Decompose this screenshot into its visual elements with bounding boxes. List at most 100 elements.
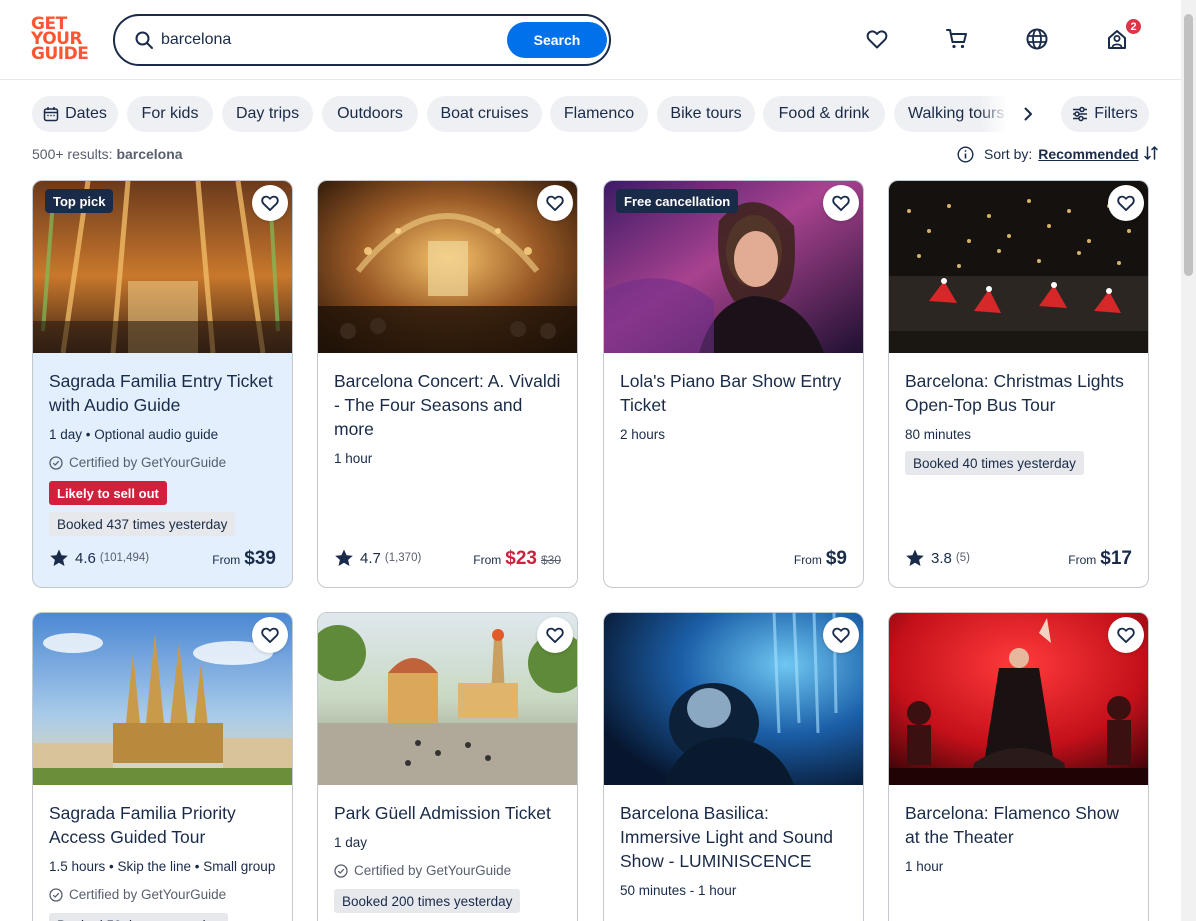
filters-button[interactable]: Filters bbox=[1061, 96, 1149, 132]
activity-title[interactable]: Barcelona: Christmas Lights Open-Top Bus… bbox=[905, 369, 1135, 417]
heart-icon[interactable] bbox=[1108, 185, 1144, 221]
activity-card[interactable]: Barcelona: Christmas Lights Open-Top Bus… bbox=[888, 180, 1149, 588]
chevron-right-icon[interactable] bbox=[1016, 102, 1040, 126]
booked-badge: Booked 40 times yesterday bbox=[905, 451, 1084, 475]
chip-label: Outdoors bbox=[337, 105, 403, 122]
activity-duration: 50 minutes - 1 hour bbox=[620, 883, 737, 898]
heart-icon[interactable] bbox=[864, 26, 890, 52]
cart-count-badge: 2 bbox=[1124, 17, 1143, 36]
heart-icon[interactable] bbox=[823, 185, 859, 221]
booked-badge: Booked 59 times yesterday bbox=[49, 913, 228, 921]
activity-card[interactable]: Barcelona Concert: A. Vivaldi - The Four… bbox=[317, 180, 578, 588]
heart-icon[interactable] bbox=[823, 617, 859, 653]
price-from-label: From bbox=[473, 553, 502, 567]
scrollbar-thumb[interactable] bbox=[1184, 14, 1193, 276]
booked-badge: Booked 200 times yesterday bbox=[334, 889, 521, 913]
activity-duration: 1 day bbox=[334, 835, 368, 850]
chip-label: Boat cruises bbox=[440, 105, 529, 122]
rating: 3.8 (5) bbox=[905, 547, 970, 569]
likely-to-sell-out-badge: Likely to sell out bbox=[49, 481, 167, 505]
star-icon bbox=[50, 549, 68, 566]
activity-title[interactable]: Barcelona: Flamenco Show at the Theater bbox=[905, 801, 1135, 849]
price: From $17 bbox=[1068, 548, 1132, 572]
activity-card[interactable]: Top pick Sagrada Familia Entry Ticket wi… bbox=[32, 180, 293, 588]
chip-label: Flamenco bbox=[563, 105, 635, 122]
chip-bike-tours[interactable]: Bike tours bbox=[657, 96, 755, 132]
sort-control: Sort by: Recommended bbox=[957, 144, 1159, 164]
calendar-icon bbox=[43, 106, 59, 122]
search-bar: Search bbox=[113, 14, 611, 66]
review-count: (101,494) bbox=[99, 552, 150, 564]
activity-card[interactable]: Free cancellation Lola's Piano Bar Show … bbox=[603, 180, 864, 588]
activity-title[interactable]: Barcelona Basilica: Immersive Light and … bbox=[620, 801, 850, 873]
price-value: $39 bbox=[244, 548, 276, 569]
activity-duration: 1 hour bbox=[334, 451, 373, 466]
logo-line-3: GUIDE bbox=[31, 44, 89, 64]
booked-badge: Booked 437 times yesterday bbox=[49, 512, 236, 536]
heart-icon[interactable] bbox=[252, 617, 288, 653]
getyourguide-logo[interactable]: GET YOUR GUIDE bbox=[31, 16, 91, 64]
activity-card[interactable]: Barcelona: Flamenco Show at the Theater … bbox=[888, 612, 1149, 921]
results-count: 500+ results: barcelona bbox=[32, 146, 183, 162]
category-chips: Dates For kids Day trips Outdoors Boat c… bbox=[32, 96, 1032, 132]
rating: 4.7 (1,370) bbox=[334, 547, 421, 569]
activity-title[interactable]: Sagrada Familia Priority Access Guided T… bbox=[49, 801, 279, 849]
price-from-label: From bbox=[212, 553, 241, 567]
heart-icon[interactable] bbox=[537, 617, 573, 653]
price-value: $9 bbox=[825, 548, 847, 569]
chip-label: Day trips bbox=[235, 105, 300, 122]
check-badge-icon bbox=[49, 887, 63, 902]
activity-card[interactable]: Sagrada Familia Priority Access Guided T… bbox=[32, 612, 293, 921]
heart-icon[interactable] bbox=[537, 185, 573, 221]
filters-label: Filters bbox=[1094, 105, 1138, 122]
free-cancellation-badge: Free cancellation bbox=[616, 189, 739, 213]
certified-label: Certified by GetYourGuide bbox=[334, 863, 511, 878]
activity-title[interactable]: Park Güell Admission Ticket bbox=[334, 801, 564, 825]
sort-label: Sort by: bbox=[984, 146, 1033, 162]
sort-dropdown[interactable]: Recommended bbox=[1038, 146, 1138, 162]
chip-outdoors[interactable]: Outdoors bbox=[322, 96, 418, 132]
chip-dates[interactable]: Dates bbox=[32, 96, 118, 132]
price: From $23 $30 bbox=[473, 548, 561, 572]
globe-icon[interactable] bbox=[1024, 26, 1050, 52]
page-scrollbar[interactable] bbox=[1181, 0, 1196, 921]
top-header: GET YOUR GUIDE Search 2 bbox=[0, 0, 1181, 80]
chips-fade bbox=[980, 96, 1020, 132]
chip-food-drink[interactable]: Food & drink bbox=[763, 96, 885, 132]
info-icon[interactable] bbox=[957, 145, 974, 163]
price: From $39 bbox=[212, 548, 276, 572]
search-input[interactable] bbox=[161, 26, 501, 54]
activity-card[interactable]: Park Güell Admission Ticket 1 day Certif… bbox=[317, 612, 578, 921]
sort-icon[interactable] bbox=[1143, 145, 1159, 164]
activity-title[interactable]: Barcelona Concert: A. Vivaldi - The Four… bbox=[334, 369, 564, 441]
activity-title[interactable]: Lola's Piano Bar Show Entry Ticket bbox=[620, 369, 850, 417]
star-icon bbox=[906, 549, 924, 566]
certified-text: Certified by GetYourGuide bbox=[354, 863, 512, 878]
chip-label: For kids bbox=[141, 105, 199, 122]
chip-for-kids[interactable]: For kids bbox=[127, 96, 213, 132]
chip-day-trips[interactable]: Day trips bbox=[222, 96, 313, 132]
review-count: (1,370) bbox=[384, 552, 422, 564]
heart-icon[interactable] bbox=[252, 185, 288, 221]
chip-boat-cruises[interactable]: Boat cruises bbox=[427, 96, 542, 132]
activity-card[interactable]: Barcelona Basilica: Immersive Light and … bbox=[603, 612, 864, 921]
search-icon bbox=[134, 30, 154, 50]
original-price: $30 bbox=[540, 553, 561, 567]
rating-value: 4.7 bbox=[360, 549, 381, 567]
top-pick-badge: Top pick bbox=[45, 189, 114, 213]
sale-price: $23 bbox=[505, 548, 537, 569]
chip-label: Food & drink bbox=[778, 105, 870, 122]
heart-icon[interactable] bbox=[1108, 617, 1144, 653]
certified-label: Certified by GetYourGuide bbox=[49, 887, 226, 902]
price-value: $17 bbox=[1100, 548, 1132, 569]
search-button[interactable]: Search bbox=[507, 22, 607, 58]
certified-text: Certified by GetYourGuide bbox=[69, 455, 227, 470]
review-count: (5) bbox=[955, 552, 970, 564]
chip-flamenco[interactable]: Flamenco bbox=[550, 96, 648, 132]
activity-title[interactable]: Sagrada Familia Entry Ticket with Audio … bbox=[49, 369, 279, 417]
activity-duration: 1.5 hours • Skip the line • Small group bbox=[49, 859, 276, 874]
chip-label: Bike tours bbox=[670, 105, 742, 122]
price: From $9 bbox=[794, 548, 847, 572]
cart-icon[interactable] bbox=[944, 26, 970, 52]
sliders-icon bbox=[1072, 106, 1088, 122]
